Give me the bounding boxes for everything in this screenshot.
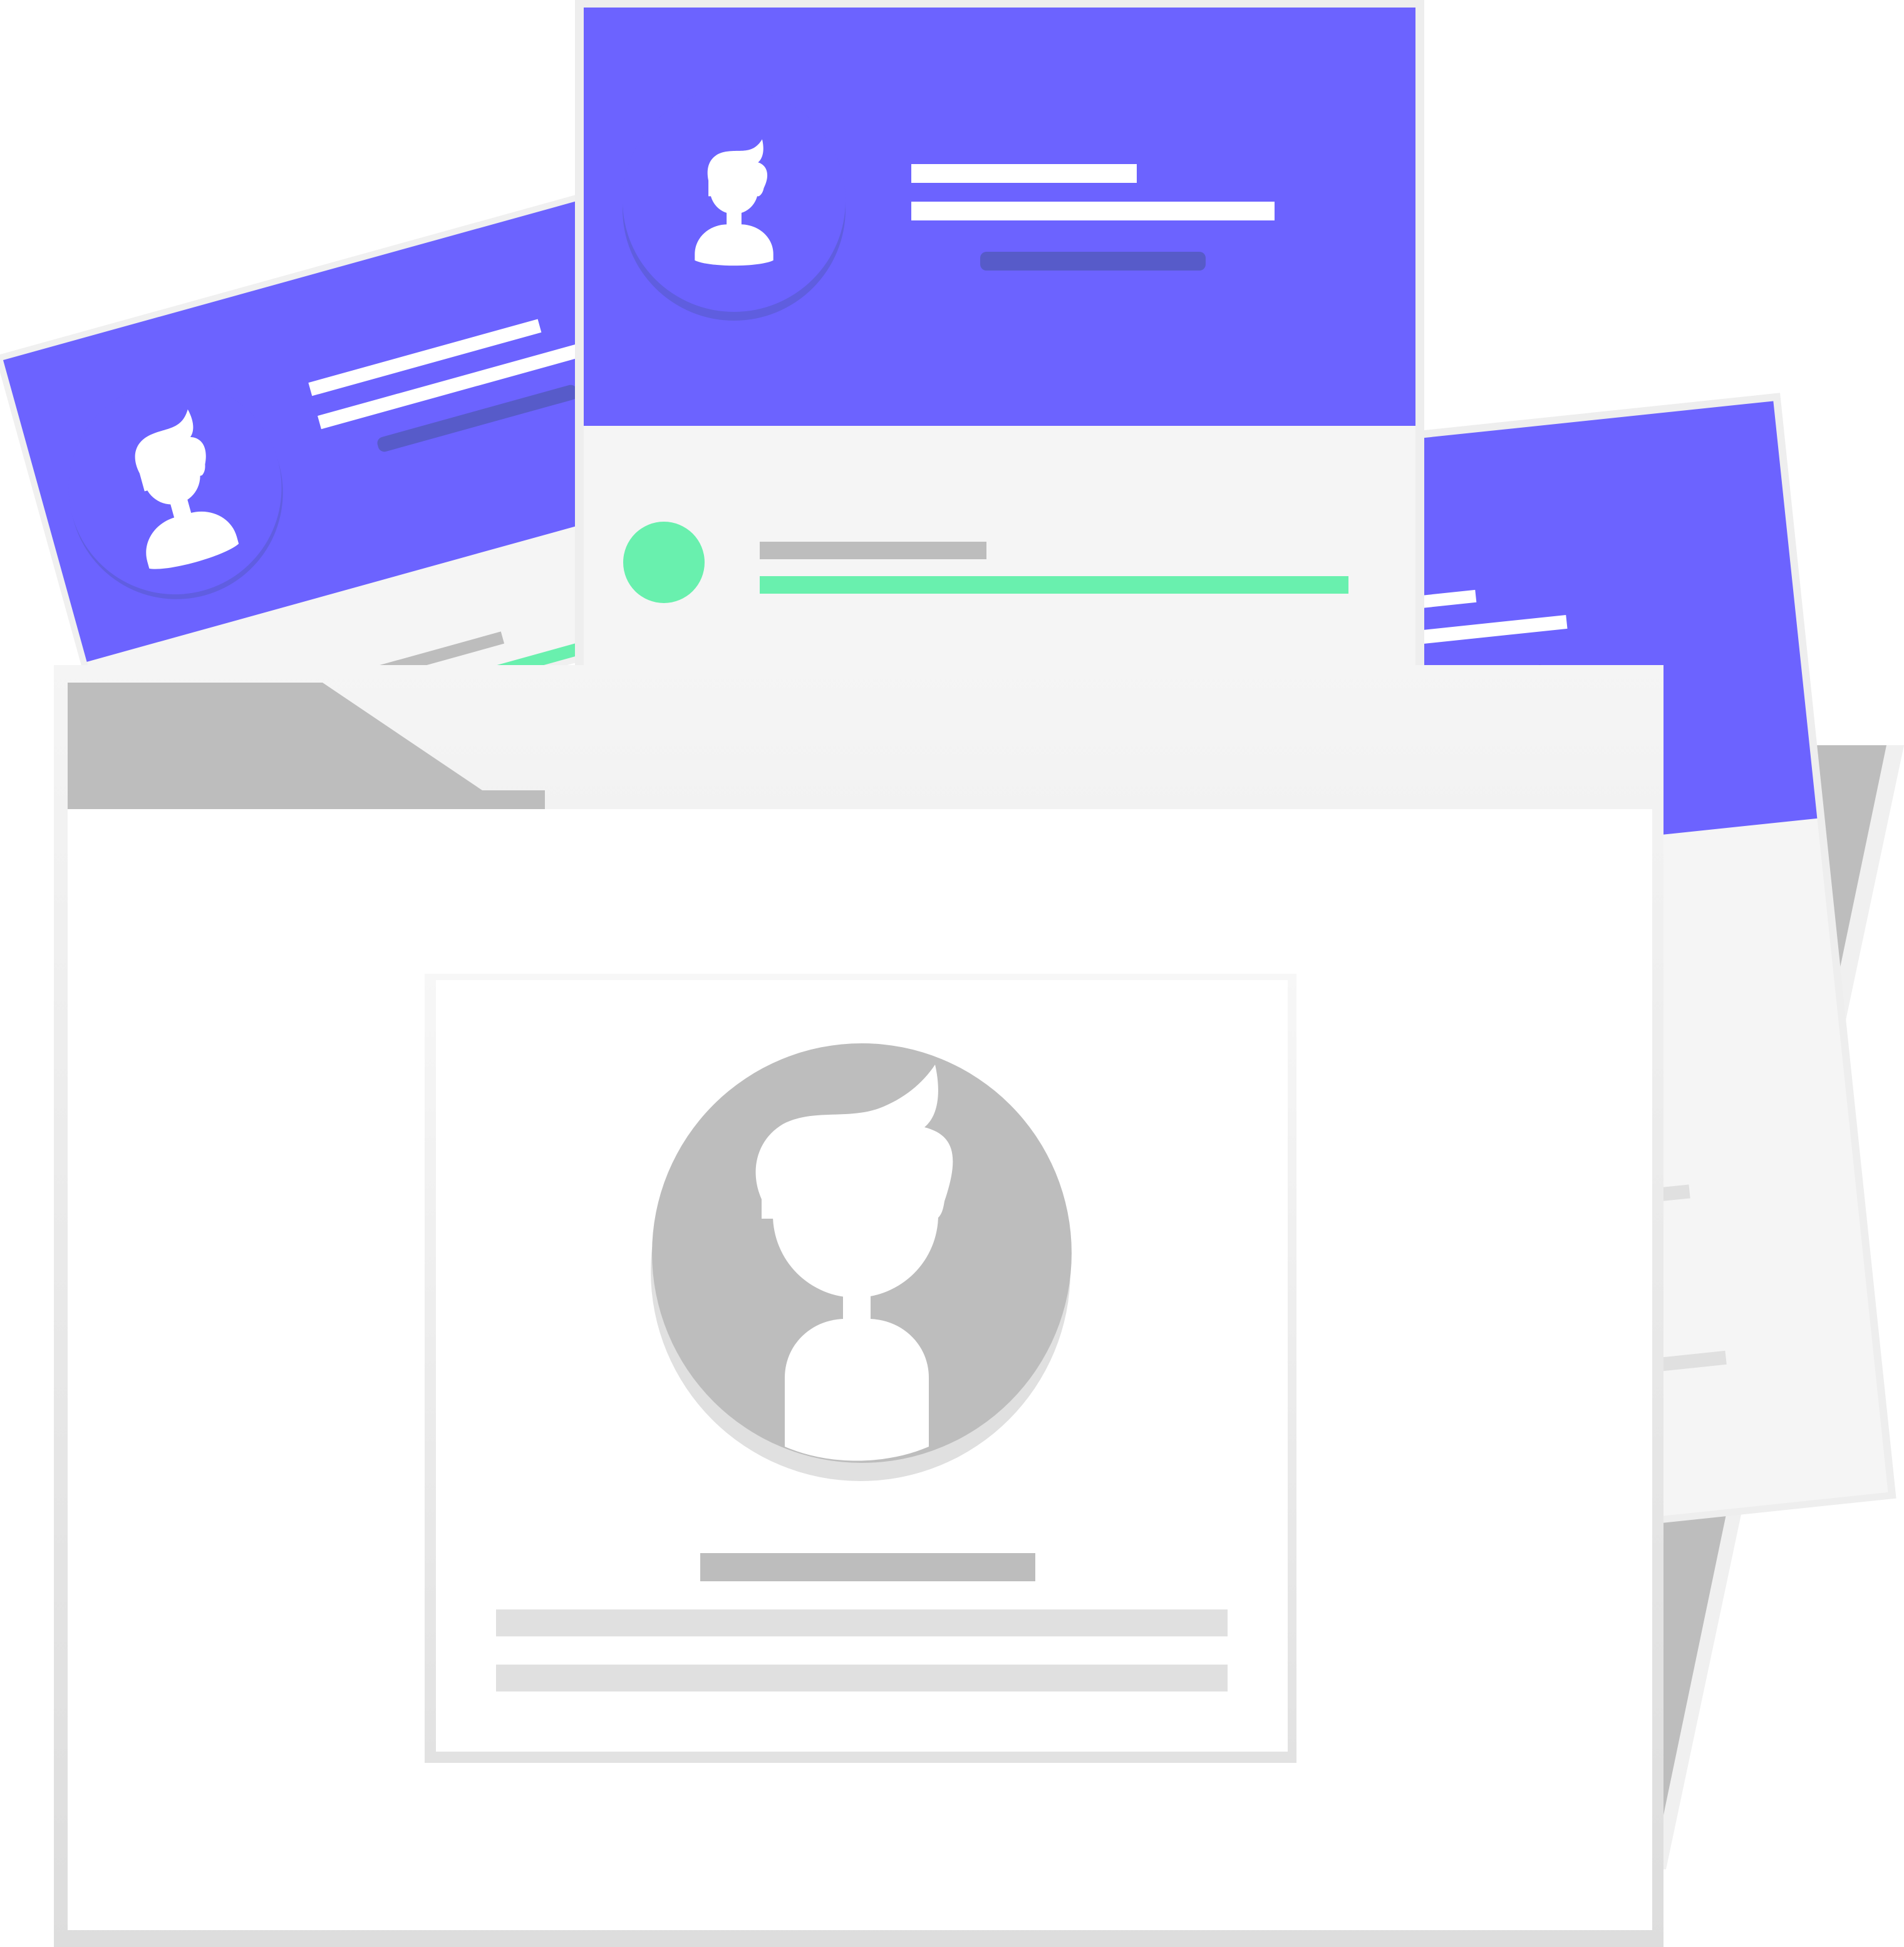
title-line [911,202,1275,220]
detail-label [760,542,986,559]
folder-icon [54,665,1663,1947]
tag-pill [980,252,1206,271]
user-avatar-icon [623,89,846,321]
profile-document [425,974,1296,1763]
profile-folder-illustration [0,0,1904,1947]
profile-detail-line [496,1665,1228,1691]
name-line [911,164,1137,183]
profile-name-line [700,1553,1035,1581]
user-avatar-icon [651,1043,1072,1481]
profile-detail-line [496,1609,1228,1636]
status-dot-icon [623,522,705,603]
detail-bar [760,576,1348,594]
